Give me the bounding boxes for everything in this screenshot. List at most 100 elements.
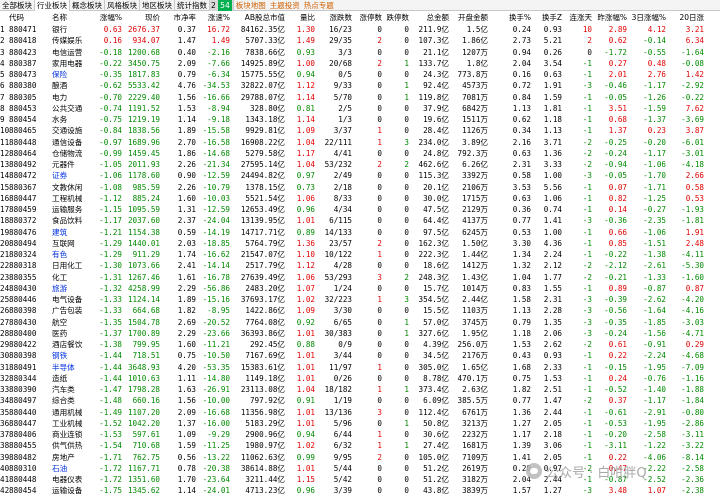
table-row[interactable]: 4 880387 家用电器 -0.22 3450.75 2.09 -7.66 14925.89…	[0, 58, 720, 69]
cell-open-amount: 2232万	[462, 430, 488, 439]
cell-turnover-z: 1.55	[543, 283, 562, 293]
cell-name: 运输服务	[52, 205, 83, 214]
table-row[interactable]: 27 880430 航空 -1.35 1504.78 2.69 -20.52 7764.08亿…	[0, 317, 720, 328]
cell-change-pct: -1.12	[99, 193, 122, 203]
table-row[interactable]: 34 880497 综合类 -1.48 660.16 1.56 -10.00 797.92亿 0…	[0, 395, 720, 406]
table-row[interactable]: 37 880406 商业连锁 -1.53 597.61 1.09 -9.29 2900.96亿…	[0, 429, 720, 440]
table-row[interactable]: 11 880448 通信设备 -0.97 1689.96 2.70 -16.58 16908.…	[0, 137, 720, 148]
header-15[interactable]: 连涨天	[562, 12, 593, 24]
tab-link-0[interactable]: 板块地图	[234, 0, 268, 11]
table-row[interactable]: 29 880422 酒店餐饮 -1.38 799.95 1.60 -11.21 292.45亿…	[0, 339, 720, 350]
header-10[interactable]: 跌停数	[382, 12, 410, 24]
cell-speed-pct: -18.85	[202, 238, 230, 248]
table-row[interactable]: 8 880453 公共交通 -0.74 1191.52 1.53 -8.94 328.80亿 0…	[0, 103, 720, 114]
header-9[interactable]: 涨停数	[352, 12, 383, 24]
table-row[interactable]: 7 880305 电力 -0.70 2229.40 1.56 -16.66 29788.07亿…	[0, 92, 720, 103]
tab-5[interactable]: 统计指数	[175, 0, 210, 11]
table-row[interactable]: 2 880418 传媒娱乐 0.16 934.07 1.47 1.49 5707.33亿 1.4…	[0, 35, 720, 46]
header-16[interactable]: 昨涨幅%	[592, 12, 627, 24]
tab-3[interactable]: 风格板块	[105, 0, 140, 11]
tab-1[interactable]: 行业板块	[35, 0, 70, 11]
cell-open-amount: 6842万	[462, 103, 488, 113]
cell-volume-ratio: 1.00	[296, 58, 315, 68]
table-row[interactable]: 1 0 880465 交通设施 -0.84 1838.56 1.89 -15.58 9929.8…	[0, 125, 720, 136]
header-17[interactable]: 3日涨幅%	[627, 12, 666, 24]
cell-change-pct: -1.35	[99, 317, 122, 327]
table-row[interactable]: 2 3 880355 化工 -1.31 1267.46 1.61 -16.78 27639.49…	[0, 272, 720, 283]
header-13[interactable]: 换手%	[488, 12, 531, 24]
header-8[interactable]: 涨跌数	[315, 12, 353, 24]
table-row[interactable]: 9 880454 水务 -0.75 1219.19 1.14 -9.18 1343.18亿 1.…	[0, 114, 720, 125]
table-row[interactable]: 35 880440 通用机械 -1.49 1107.20 2.09 -16.68 11356.…	[0, 407, 720, 418]
table-row[interactable]: 26 880398 广告包装 -1.33 664.68 1.82 -8.95 1422.86亿…	[0, 305, 720, 316]
cell-price: 1095.59	[127, 205, 160, 214]
table-row[interactable]: 38 880455 供气供热 -1.54 710.68 1.59 -11.25 1980.97…	[0, 440, 720, 451]
cell-turnover-pct: 3.30	[512, 238, 531, 248]
table-row[interactable]: 30 880398 钢铁 -1.44 718.51 0.75 -10.50 7167.69亿 1…	[0, 350, 720, 361]
header-4[interactable]: 市净率	[160, 12, 197, 24]
table-row[interactable]: 18 880372 食品饮料 -1.17 2037.60 2.37 -24.04 13139.…	[0, 215, 720, 226]
header-1[interactable]: 名称	[52, 12, 92, 24]
table-row[interactable]: 12 880464 仓储物流 -0.99 1459.45 1.86 -14.68 5279.5…	[0, 148, 720, 159]
table-row[interactable]: 16 880447 工程机械 -1.12 885.24 1.60 -10.03 5521.54…	[0, 193, 720, 204]
header-7[interactable]: 量比	[285, 12, 315, 24]
table-row[interactable]: 3 880423 电信运营 -0.18 1200.68 0.40 -2.16 7838.66亿…	[0, 47, 720, 58]
table-row[interactable]: 1 880471 银行 0.63 2676.37 0.37 16.72 84162.35亿 1.…	[0, 24, 720, 35]
cell-consecutive-days: -1	[582, 250, 592, 259]
tab-link-1[interactable]: 主题投资	[268, 0, 302, 11]
table-row[interactable]: 2 0 880494 互联网 -1.29 1440.01 2.03 -18.85 5764.79…	[0, 238, 720, 249]
table-row[interactable]: 22 880318 日用化工 -1.30 1073.66 2.41 -14.14 2517.7…	[0, 260, 720, 271]
header-11[interactable]: 总金额	[409, 12, 450, 24]
header-18[interactable]: 20日涨幅%	[666, 12, 704, 24]
cell-market-cap: 27595.14亿	[240, 160, 285, 169]
cell-price: 1010.63	[127, 373, 160, 383]
cell-open-amount: 3213万	[462, 418, 488, 428]
watermark-text: 公众号 · 白咁胖Q	[546, 465, 647, 481]
cell-turnover-pct: 1.57	[512, 486, 531, 496]
cell-turnover-amount: 211.9亿	[418, 25, 449, 34]
tab-link-2[interactable]: 热点专题	[302, 0, 336, 11]
header-14[interactable]: 换手Z	[531, 12, 562, 24]
table-row[interactable]: 33 880390 汽车类 -1.47 1798.28 1.63 -26.91 23113.0…	[0, 384, 720, 395]
cell-turnover-z: 0.93	[543, 351, 562, 361]
cell-limit-up-count: 0	[377, 475, 382, 484]
table-row[interactable]: 19 880476 建筑 -1.21 1154.38 0.59 -14.19 14717.71…	[0, 227, 720, 238]
cell-volume-ratio: 0.89	[296, 227, 315, 237]
cell-code: 880494	[9, 238, 37, 248]
table-row[interactable]: 13 880492 元器件 -1.05 2011.93 2.26 -21.34 27595.1…	[0, 159, 720, 170]
table-row[interactable]: 21 880324 有色 -1.29 911.29 1.74 -16.62 21547.07亿…	[0, 249, 720, 260]
cell-pb-ratio: 2.03	[177, 238, 196, 248]
table-row[interactable]: 14 880472 证券 -1.06 1178.60 0.90 -12.59 24494.82…	[0, 170, 720, 181]
table-row[interactable]: 17 880459 运输服务 -1.15 1095.59 1.31 -12.59 12653.…	[0, 204, 720, 215]
cell-pb-ratio: 2.09	[177, 58, 196, 68]
table-row[interactable]: 36 880447 工业机械 -1.52 1042.20 1.37 -16.00 5183.2…	[0, 418, 720, 429]
table-row[interactable]: 32 880344 造纸 -1.44 1010.63 1.11 -14.80 1149.18亿…	[0, 373, 720, 384]
table-row[interactable]: 25 880446 电气设备 -1.33 1124.14 1.89 -15.16 37693.…	[0, 294, 720, 305]
tab-2[interactable]: 概念板块	[70, 0, 105, 11]
tab-4[interactable]: 地区板块	[140, 0, 175, 11]
table-row[interactable]: 15 880367 文教休闲 -1.08 985.59 2.26 -10.79 1378.15…	[0, 182, 720, 193]
cell-up-down-count: 1/24	[333, 283, 352, 293]
table-row[interactable]: 6 880380 酿酒 -0.62 5533.42 4.76 -34.53 32822.07亿…	[0, 80, 720, 91]
header-6[interactable]: AB股总市值	[230, 12, 285, 24]
header-3[interactable]: 现价	[122, 12, 160, 24]
cell-consecutive-days: -3	[582, 81, 592, 91]
tab-counter[interactable]: 2 54	[210, 0, 234, 11]
header-0[interactable]: 代码	[9, 12, 39, 24]
table-row[interactable]: 28 880400 医药 -1.37 1700.89 2.29 -23.66 36393.86…	[0, 328, 720, 339]
table-row[interactable]: 31 880491 半导体 -1.44 3648.93 4.20 -53.35 15383.6…	[0, 362, 720, 373]
cell-turnover-pct: 0.63	[512, 193, 531, 203]
header-5[interactable]: 涨速%	[196, 12, 230, 24]
header-2[interactable]: 涨幅%	[90, 12, 122, 24]
cell-market-cap: 5279.58亿	[245, 148, 285, 158]
cell-volume-ratio: 1.01	[296, 407, 315, 417]
table-row[interactable]: 42 880454 运输设备 -1.75 1345.62 1.14 -24.01 4713.2…	[0, 485, 720, 496]
cell-open-amount: 773.8万	[457, 70, 488, 79]
header-12[interactable]: 开盘金额	[449, 12, 488, 24]
tab-0[interactable]: 全部板块	[0, 0, 35, 11]
table-row[interactable]: 24 880430 旅游 -1.32 4258.99 2.29 -56.86 2483.20亿…	[0, 283, 720, 294]
cell-change-20d-pct: 0.58	[685, 182, 704, 192]
table-row[interactable]: 5 880473 保险 -0.35 1817.83 0.79 -6.34 15775.55亿 0…	[0, 69, 720, 80]
cell-name: 工程机械	[52, 193, 83, 203]
cell-turnover-z: 2.28	[543, 306, 562, 316]
